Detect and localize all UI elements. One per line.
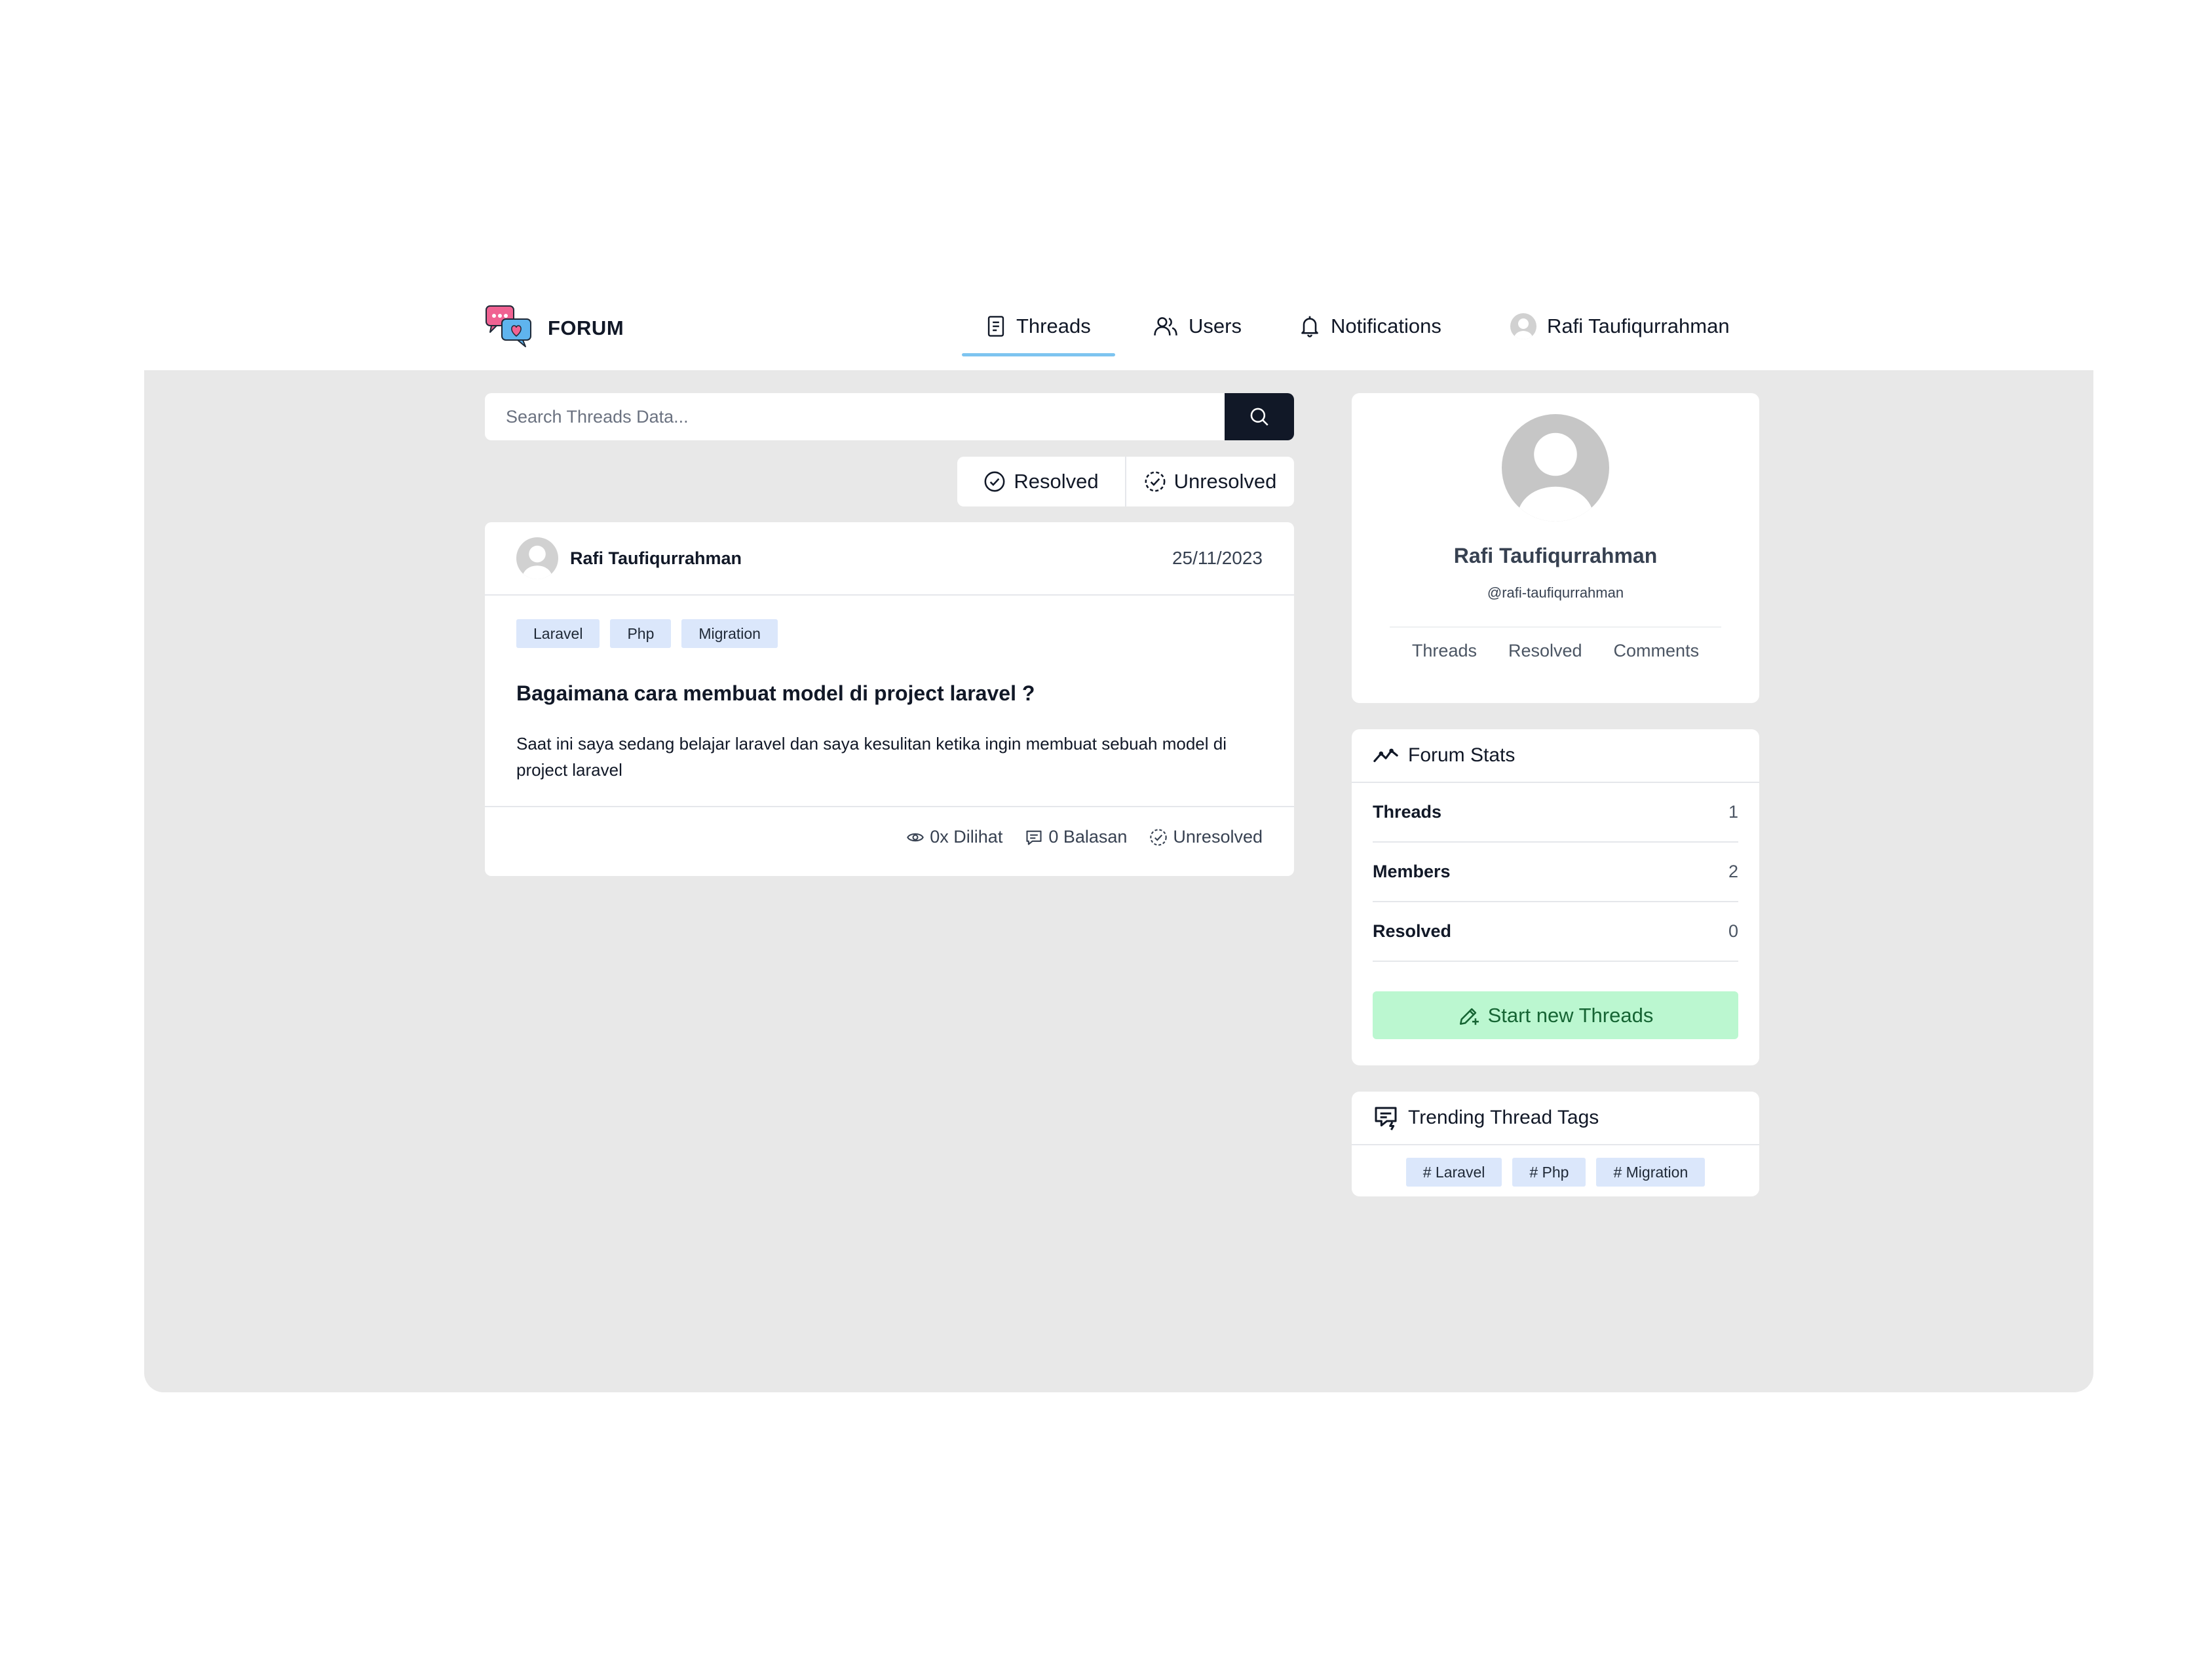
brand-name: FORUM [548,316,624,339]
users-icon [1154,317,1177,336]
stat-row: Members 2 [1373,843,1738,902]
thread-meta: 0x Dilihat 0 Balasan Unresolved [906,827,1263,847]
trending-tag-migration[interactable]: # Migration [1596,1158,1706,1187]
thread-replies: 0 Balasan [1025,827,1127,847]
chat-bubbles-heart-icon [485,305,533,351]
avatar [1502,414,1609,522]
dashed-check-circle-icon [1150,828,1168,846]
stat-row: Resolved 0 [1373,902,1738,962]
tag-php[interactable]: Php [610,619,672,648]
bell-icon [1301,316,1318,337]
profile-tab-threads[interactable]: Threads [1412,641,1477,661]
nav-threads-label: Threads [1016,315,1091,337]
nav-threads[interactable]: Threads [986,298,1091,354]
thread-views: 0x Dilihat [906,827,1002,847]
start-new-thread-label: Start new Threads [1487,1003,1654,1027]
search-button[interactable] [1225,393,1294,440]
thread-status-label: Unresolved [1173,827,1263,847]
forum-stats-header: Forum Stats [1352,729,1759,783]
document-icon [987,316,1004,337]
tag-migration[interactable]: Migration [681,619,778,648]
trending-tags-title: Trending Thread Tags [1408,1107,1599,1128]
profile-tab-resolved[interactable]: Resolved [1508,641,1582,661]
filter-resolved-label: Resolved [1014,470,1099,493]
profile-handle: @rafi-taufiqurrahman [1487,584,1624,601]
stat-value: 1 [1728,802,1738,822]
thread-body: Saat ini saya sedang belajar laravel dan… [516,734,1227,780]
profile-tab-comments[interactable]: Comments [1614,641,1700,661]
check-circle-icon [984,471,1005,492]
pencil-plus-icon [1459,1008,1479,1025]
stat-value: 2 [1728,862,1738,881]
filter-unresolved-label: Unresolved [1173,470,1277,493]
thread-footer: 0x Dilihat 0 Balasan Unresolved [485,806,1294,876]
search-input[interactable] [485,393,1225,440]
thread-author[interactable]: Rafi Taufiqurrahman [516,537,742,579]
trending-tags-list: # Laravel # Php # Migration [1352,1158,1759,1187]
eye-icon [907,833,925,841]
nav-profile-name: Rafi Taufiqurrahman [1547,315,1730,337]
thread-card[interactable]: Rafi Taufiqurrahman 25/11/2023 Laravel P… [485,522,1294,876]
forum-stats-card: Forum Stats Threads 1 Members 2 Resolved… [1352,729,1759,1065]
top-navbar: FORUM Threads Users Notifications Rafi T… [485,298,1743,370]
thread-header: Rafi Taufiqurrahman 25/11/2023 [485,522,1294,596]
thread-title[interactable]: Bagaimana cara membuat model di project … [516,681,1035,706]
thread-views-label: 0x Dilihat [930,827,1003,847]
status-filter: Resolved Unresolved [957,457,1294,506]
stat-label: Resolved [1373,921,1452,941]
active-tab-indicator [962,353,1115,356]
thread-author-name: Rafi Taufiqurrahman [570,548,742,568]
nav-notifications-label: Notifications [1331,315,1441,337]
filter-unresolved-button[interactable]: Unresolved [1126,457,1294,506]
comment-icon [1026,830,1042,845]
trending-tag-laravel[interactable]: # Laravel [1405,1158,1502,1187]
dashed-check-circle-icon [1145,471,1166,492]
stat-row: Threads 1 [1373,783,1738,843]
nav-notifications[interactable]: Notifications [1299,298,1441,354]
search-bar [485,393,1294,440]
avatar [1510,313,1536,339]
start-new-thread-button[interactable]: Start new Threads [1373,991,1738,1039]
profile-tabs: Threads Resolved Comments [1352,641,1759,661]
avatar [516,537,558,579]
thread-replies-label: 0 Balasan [1048,827,1128,847]
trend-line-icon [1373,748,1398,763]
nav-users[interactable]: Users [1153,298,1242,354]
trending-tags-card: Trending Thread Tags # Laravel # Php # M… [1352,1092,1759,1196]
divider [1390,626,1721,628]
message-bolt-icon [1375,1107,1397,1131]
profile-card: Rafi Taufiqurrahman @rafi-taufiqurrahman… [1352,393,1759,703]
tag-laravel[interactable]: Laravel [516,619,600,648]
thread-status: Unresolved [1149,827,1263,847]
search-icon [1250,408,1268,426]
stat-label: Members [1373,862,1451,881]
nav-profile[interactable]: Rafi Taufiqurrahman [1510,298,1730,354]
nav-users-label: Users [1189,315,1242,337]
stat-label: Threads [1373,802,1442,822]
trending-tag-php[interactable]: # Php [1512,1158,1586,1187]
filter-resolved-button[interactable]: Resolved [957,457,1125,506]
brand[interactable]: FORUM [485,305,624,351]
trending-tags-header: Trending Thread Tags [1352,1092,1759,1145]
thread-tags: Laravel Php Migration [516,619,778,648]
profile-name: Rafi Taufiqurrahman [1453,544,1658,567]
forum-stats-title: Forum Stats [1408,744,1516,766]
stat-value: 0 [1728,921,1738,941]
thread-date: 25/11/2023 [1172,548,1263,568]
